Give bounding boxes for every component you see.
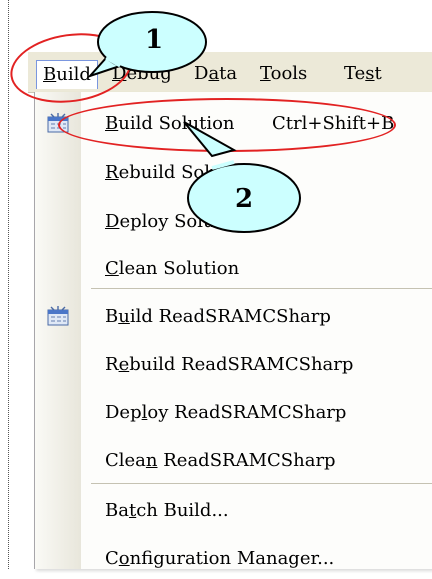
menu-separator: [91, 483, 432, 484]
menu-test-text-b: t: [374, 63, 382, 84]
label-part-b: nfiguration Manager...: [129, 548, 335, 569]
menu-item-label: Configuration Manager...: [105, 548, 334, 569]
menu-item-label: Clean ReadSRAMCSharp: [105, 450, 336, 471]
label-part-b: ReadSRAMCSharp: [157, 450, 336, 471]
menu-item-label: Batch Build...: [105, 500, 229, 521]
menu-item-label: Deploy ReadSRAMCSharp: [105, 402, 346, 423]
label-mnemonic: n: [145, 450, 158, 471]
callout-bubble-2: [183, 121, 301, 233]
menu-test-mnemonic: s: [365, 63, 375, 84]
menu-item-rebuild-project[interactable]: Rebuild ReadSRAMCSharp: [35, 345, 432, 385]
menu-separator: [91, 288, 432, 289]
label-part-a: Clea: [105, 450, 146, 471]
menu-tools-text-b: ools: [270, 63, 308, 84]
label-mnemonic: e: [118, 354, 130, 375]
menu-item-clean-solution[interactable]: Clean Solution: [35, 249, 432, 289]
menu-item-label: Rebuild ReadSRAMCSharp: [105, 354, 353, 375]
menu-item-batch-build[interactable]: Batch Build...: [35, 491, 432, 531]
menu-item-clean-project[interactable]: Clean ReadSRAMCSharp: [35, 441, 432, 481]
label-part-a: C: [105, 548, 119, 569]
menu-test-text-a: Te: [344, 63, 366, 84]
label-part-a: Dep: [105, 402, 142, 423]
menu-item-configuration-manager[interactable]: Configuration Manager...: [35, 539, 432, 579]
menu-data-text-b: ta: [219, 63, 238, 84]
menu-item-deploy-project[interactable]: Deploy ReadSRAMCSharp: [35, 393, 432, 433]
label-mnemonic: D: [105, 211, 120, 232]
label-part-b: ch Build...: [136, 500, 229, 521]
label-mnemonic: R: [105, 162, 119, 183]
menu-tools-mnemonic: T: [260, 63, 271, 84]
label-part-b: lean Solution: [118, 258, 240, 279]
menu-item-label: Clean Solution: [105, 258, 239, 279]
label-mnemonic: o: [118, 548, 130, 569]
build-project-icon: [47, 306, 69, 326]
label-part-b: build ReadSRAMCSharp: [129, 354, 354, 375]
label-part-b: ild ReadSRAMCSharp: [129, 306, 331, 327]
menu-test[interactable]: Test: [338, 60, 388, 88]
page-border: [8, 0, 9, 569]
menu-item-build-project[interactable]: Build ReadSRAMCSharp: [35, 297, 432, 337]
callout-number-2: 2: [235, 184, 254, 214]
label-part-a: B: [105, 306, 119, 327]
label-mnemonic: C: [105, 258, 119, 279]
callout-number-1: 1: [145, 25, 164, 55]
label-mnemonic: u: [118, 306, 130, 327]
menu-item-label: Build ReadSRAMCSharp: [105, 306, 331, 327]
menu-tools[interactable]: Tools: [254, 60, 313, 88]
label-part-a: Ba: [105, 500, 129, 521]
label-part-a: R: [105, 354, 119, 375]
label-part-b: oy ReadSRAMCSharp: [147, 402, 347, 423]
